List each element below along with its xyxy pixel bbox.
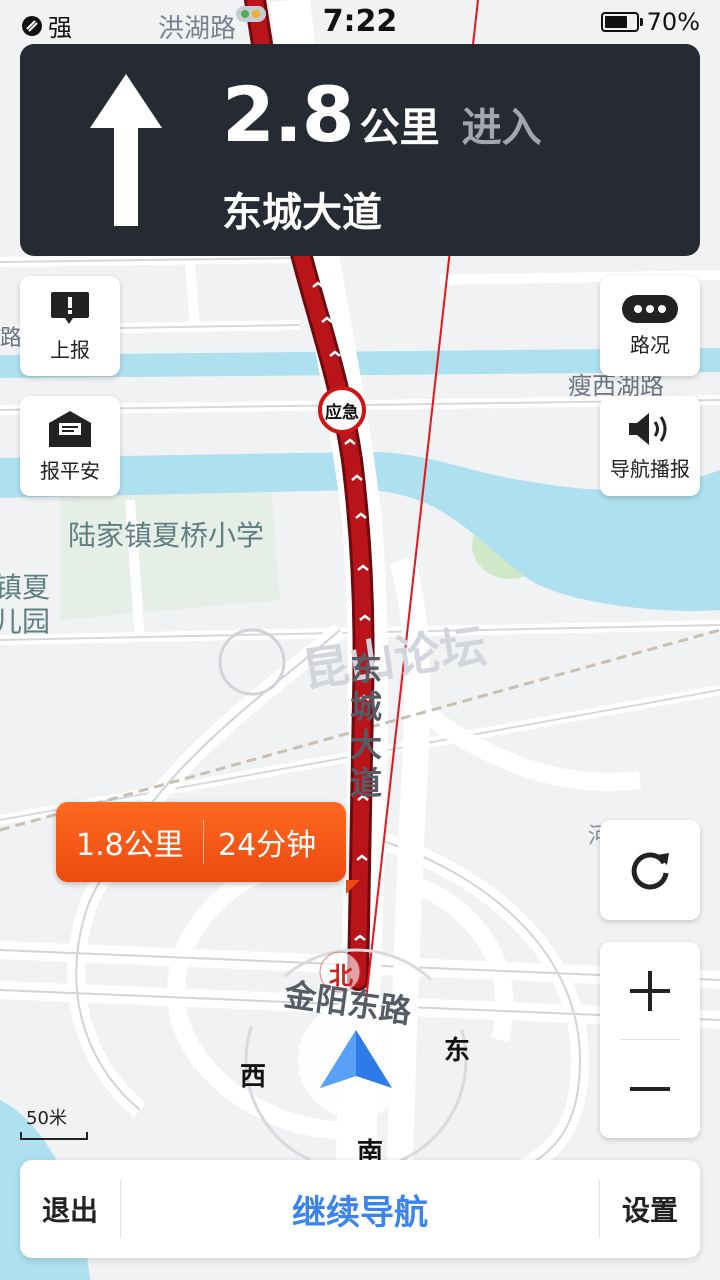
scale-bar — [20, 1132, 88, 1140]
bottom-action-bar: 退出 继续导航 设置 — [20, 1160, 700, 1258]
traffic-dots-icon — [622, 294, 678, 323]
map-label-park-2: 儿园 — [0, 605, 51, 638]
battery-percent: 70% — [646, 8, 700, 36]
compass-north: 北 — [329, 962, 353, 990]
map-label-main-road: 东城大道 — [350, 650, 383, 802]
plus-icon — [630, 970, 670, 1011]
voice-broadcast-label: 导航播报 — [610, 456, 690, 481]
status-bar: 强 7:22 70% — [0, 0, 720, 44]
map-label-left-fragment: 静路 — [0, 326, 23, 351]
battery-icon — [600, 12, 643, 32]
report-safe-label: 报平安 — [40, 458, 100, 483]
straight-arrow-icon — [90, 74, 162, 226]
turn-guidance-panel[interactable]: 2.8 公里 进入 东城大道 — [20, 44, 700, 256]
guidance-road-name: 东城大道 — [222, 190, 382, 236]
envelope-icon — [49, 410, 91, 447]
refresh-icon — [631, 852, 669, 890]
report-safe-button[interactable]: 报平安 — [20, 396, 120, 496]
settings-button[interactable]: 设置 — [600, 1160, 700, 1258]
report-icon — [51, 291, 89, 324]
battery-indicator: 70% — [600, 8, 700, 36]
minus-icon — [630, 1086, 670, 1091]
eta-time: 24分钟 — [218, 828, 317, 863]
guidance-action: 进入 — [461, 105, 542, 151]
zoom-control — [600, 942, 700, 1138]
zoom-out-button[interactable] — [600, 1040, 700, 1137]
report-button[interactable]: 上报 — [20, 276, 120, 376]
continue-navigation-button[interactable]: 继续导航 — [120, 1160, 600, 1258]
exit-button[interactable]: 退出 — [20, 1160, 120, 1258]
current-location-arrow-icon — [320, 1030, 392, 1088]
emergency-sign: 应急 — [325, 403, 359, 423]
eta-bubble[interactable]: 1.8公里 24分钟 — [56, 802, 360, 894]
traffic-label: 路况 — [630, 332, 670, 357]
guidance-distance: 2.8 — [222, 70, 355, 159]
speaker-icon — [629, 412, 667, 445]
guidance-distance-row: 2.8 公里 进入 — [222, 70, 542, 159]
guidance-unit: 公里 — [359, 105, 440, 151]
voice-broadcast-button[interactable]: 导航播报 — [600, 396, 700, 496]
zoom-in-button[interactable] — [600, 942, 700, 1039]
eta-bubble-tail — [346, 880, 360, 894]
compass-east: 东 — [444, 1036, 471, 1066]
map-label-school: 陆家镇夏桥小学 — [68, 519, 265, 552]
eta-distance: 1.8公里 — [76, 828, 184, 863]
refresh-route-button[interactable] — [600, 820, 700, 920]
scale-label: 50米 — [26, 1108, 67, 1129]
report-label: 上报 — [50, 337, 90, 362]
traffic-button[interactable]: 路况 — [600, 276, 700, 376]
map-scale: 50米 — [20, 1104, 88, 1140]
compass-west: 西 — [240, 1062, 267, 1092]
